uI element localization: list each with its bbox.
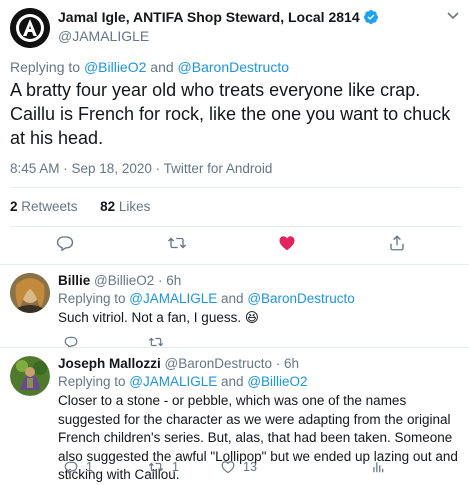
heart-outline-icon [221,461,235,474]
author-avatar[interactable] [10,8,50,48]
like-button[interactable]: 13 [221,460,257,474]
reply-avatar[interactable] [10,273,50,313]
analytics-icon [373,462,384,473]
verified-badge-icon [363,9,379,28]
share-icon [390,235,404,251]
retweet-count: 1 [172,460,179,474]
likes-stat[interactable]: 82 Likes [100,199,150,214]
replying-user-link[interactable]: @BaronDestructo [178,59,289,75]
heart-icon [279,236,295,251]
reply-tweet[interactable]: Joseph Mallozzi @BaronDestructo · 6h Rep… [0,348,469,482]
reply-author-name[interactable]: Joseph Mallozzi [58,356,161,371]
reply-button[interactable] [56,234,74,252]
replying-user-link[interactable]: @JAMALIGLE [129,291,217,306]
reply-text: Such vitriol. Not a fan, I guess. 😆 [58,310,259,325]
divider [10,187,462,188]
retweet-icon [167,237,187,249]
avatar-photo-icon [10,356,50,396]
tweet-stats: 2 Retweets 82 Likes [10,199,150,214]
replying-to: Replying to @BillieO2 and @BaronDestruct… [10,59,290,75]
like-count: 13 [243,460,257,474]
replying-user-link[interactable]: @BillieO2 [247,374,307,389]
reply-author-name[interactable]: Billie [58,273,90,288]
author-name-line[interactable]: Jamal Igle, ANTIFA Shop Steward, Local 2… [58,9,379,28]
replying-to: Replying to @JAMALIGLE and @BillieO2 [58,374,308,389]
avatar-photo-icon [10,273,50,313]
like-button[interactable] [278,234,296,252]
tweet-timestamp[interactable]: 8:45 AM · Sep 18, 2020 · Twitter for And… [10,161,272,176]
reply-tweet[interactable]: Billie @BillieO2 · 6h Replying to @JAMAL… [0,265,469,349]
retweet-icon [148,462,164,472]
replying-user-link[interactable]: @BillieO2 [84,59,146,75]
tweet-text: A bratty four year old who treats everyo… [10,80,451,148]
reply-text: Closer to a stone - or pebble, which was… [58,393,458,482]
reply-count: 1 [86,460,93,474]
analytics-button[interactable] [371,460,385,474]
reply-avatar[interactable] [10,356,50,396]
reply-author-line[interactable]: Billie @BillieO2 · 6h [58,273,181,288]
retweets-stat[interactable]: 2 Retweets [10,199,78,214]
reply-icon [56,236,74,252]
reply-handle-time[interactable]: @BaronDestructo · 6h [165,356,300,371]
share-button[interactable] [388,234,406,252]
replying-to: Replying to @JAMALIGLE and @BaronDestruc… [58,291,355,306]
retweet-button[interactable]: 1 [148,460,179,474]
chevron-down-icon[interactable] [446,8,460,27]
antifa-logo-icon [10,8,50,48]
reply-icon [64,461,78,474]
divider [10,226,462,227]
reply-handle-time[interactable]: @BillieO2 · 6h [94,273,181,288]
replying-user-link[interactable]: @JAMALIGLE [129,374,217,389]
replying-user-link[interactable]: @BaronDestructo [247,291,355,306]
author-handle[interactable]: @JAMALIGLE [58,28,149,44]
retweet-button[interactable] [167,234,187,252]
reply-button[interactable]: 1 [64,460,93,474]
author-name[interactable]: Jamal Igle, ANTIFA Shop Steward, Local 2… [58,9,360,25]
reply-author-line[interactable]: Joseph Mallozzi @BaronDestructo · 6h [58,356,299,371]
